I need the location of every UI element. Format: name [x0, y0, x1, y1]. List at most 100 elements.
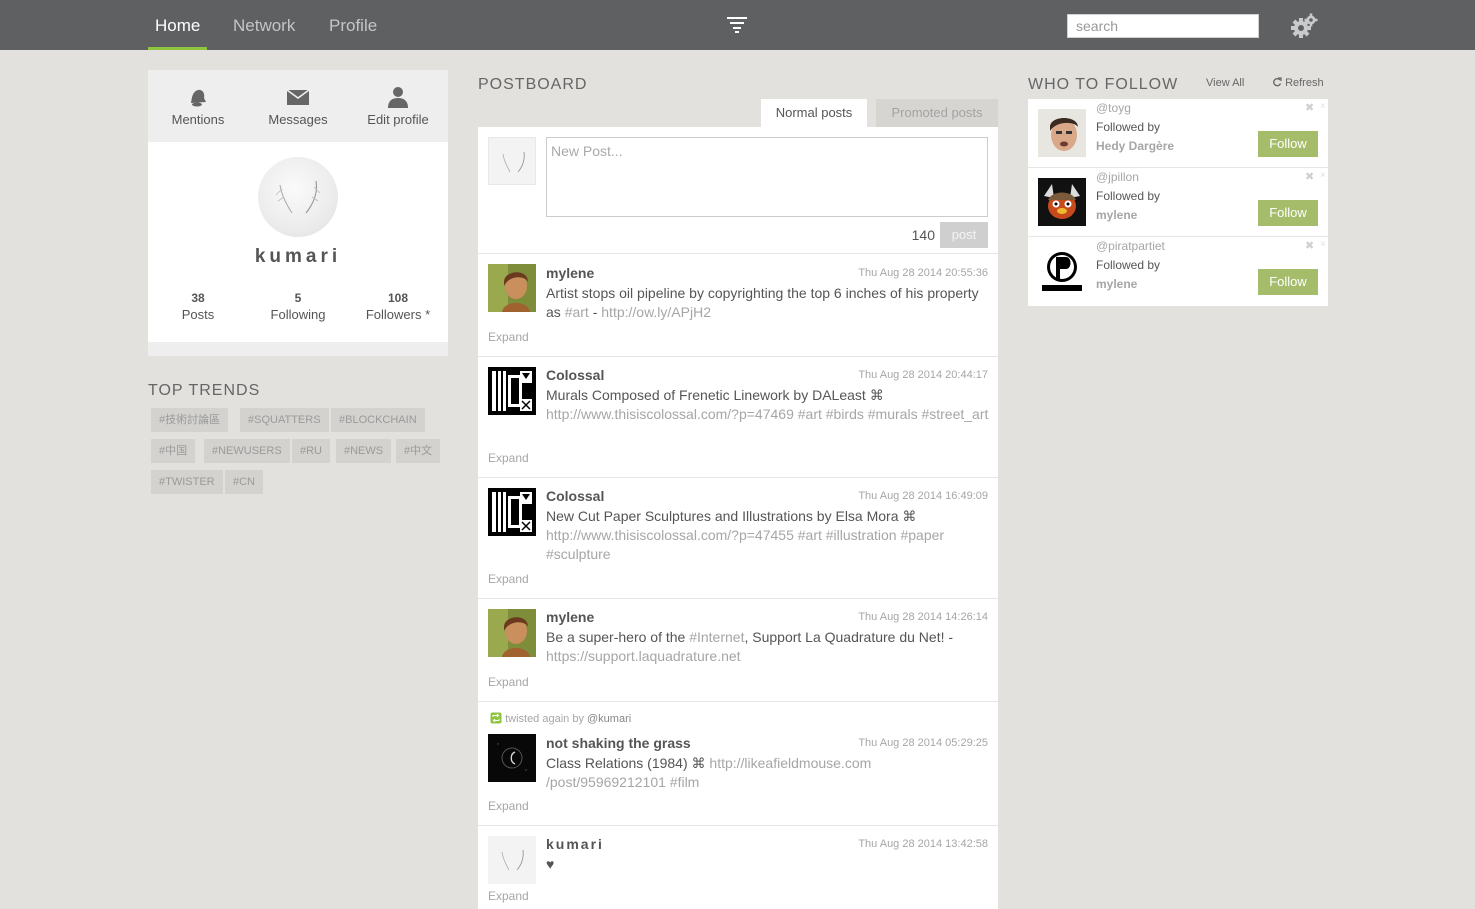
post-body: , Support La Quadrature du Net! -	[744, 629, 954, 645]
close-icon[interactable]: ×	[1320, 101, 1326, 112]
trend-tag[interactable]: #中文	[396, 439, 441, 463]
trend-tag[interactable]: #BLOCKCHAIN	[331, 408, 425, 432]
post-time[interactable]: Thu Aug 28 2014 05:29:25	[858, 737, 988, 749]
post-author[interactable]: Colossal	[546, 488, 604, 504]
suggestion-avatar[interactable]	[1038, 109, 1086, 157]
post-avatar[interactable]	[488, 488, 536, 536]
expand-link[interactable]: Expand	[488, 330, 529, 344]
suggestion-handle[interactable]: @jpillon	[1096, 170, 1139, 184]
post-avatar[interactable]	[488, 734, 536, 782]
hashtag-link[interactable]: #art	[565, 304, 589, 320]
dismiss-icon[interactable]: ✖	[1305, 101, 1314, 114]
hashtag-link[interactable]: #Internet	[689, 629, 744, 645]
dismiss-icon[interactable]: ✖	[1305, 239, 1314, 252]
post-button[interactable]: post	[940, 222, 988, 248]
post-text: New Cut Paper Sculptures and Illustratio…	[546, 507, 992, 564]
tab-promoted-posts[interactable]: Promoted posts	[876, 99, 998, 127]
stat-following[interactable]: 5 Following	[248, 291, 348, 322]
suggestion-handle[interactable]: @toyg	[1096, 101, 1131, 115]
retwist-label: twisted again by	[505, 713, 584, 725]
trend-tag[interactable]: #技術討論區	[151, 408, 229, 432]
post-item: Colossal Thu Aug 28 2014 16:49:09 New Cu…	[478, 478, 998, 599]
followed-by-label: Followed by	[1096, 258, 1161, 272]
post-author[interactable]: mylene	[546, 265, 594, 281]
url-link[interactable]: http://likeafieldmouse.com	[709, 755, 871, 771]
post-author[interactable]: kumari	[546, 836, 604, 852]
avatar[interactable]	[258, 157, 338, 237]
follow-button[interactable]: Follow	[1258, 131, 1318, 157]
followed-by-name[interactable]: mylene	[1096, 208, 1137, 222]
profile-card: Mentions Messages Edit profile kumari 38	[148, 70, 448, 356]
trend-tag[interactable]: #SQUATTERS	[240, 408, 329, 432]
search-input[interactable]	[1067, 14, 1259, 38]
post-avatar[interactable]	[488, 367, 536, 415]
post-time[interactable]: Thu Aug 28 2014 20:44:17	[858, 369, 988, 381]
followed-by-name[interactable]: Hedy Dargère	[1096, 139, 1174, 153]
url-link[interactable]: http://www.thisiscolossal.com/?p=47455 #…	[546, 527, 944, 562]
expand-link[interactable]: Expand	[488, 572, 529, 586]
post-avatar[interactable]	[488, 836, 536, 884]
avatar-image	[488, 836, 536, 884]
profile-username[interactable]: kumari	[148, 246, 448, 268]
followed-by-label: Followed by	[1096, 189, 1161, 203]
gears-icon[interactable]	[1290, 12, 1318, 40]
followed-by-label: Followed by	[1096, 120, 1161, 134]
top-trends-title: TOP TRENDS	[148, 382, 261, 399]
post-author[interactable]: Colossal	[546, 367, 604, 383]
trend-tag[interactable]: #NEWS	[336, 439, 392, 463]
close-icon[interactable]: ×	[1320, 239, 1326, 250]
nav-tab-home[interactable]: Home	[148, 0, 208, 50]
post-author[interactable]: mylene	[546, 609, 594, 625]
new-post-input[interactable]	[546, 137, 988, 217]
url-link[interactable]: http://ow.ly/APjH2	[601, 304, 711, 320]
mentions-tab[interactable]: Mentions	[148, 86, 248, 127]
tab-normal-posts[interactable]: Normal posts	[761, 99, 867, 127]
refresh-link[interactable]: Refresh	[1272, 77, 1324, 89]
url-link[interactable]: https://support.laquadrature.net	[546, 648, 741, 664]
post-avatar[interactable]	[488, 264, 536, 312]
url-link[interactable]: /post/95969212101 #film	[546, 774, 699, 790]
expand-link[interactable]: Expand	[488, 675, 529, 689]
close-icon[interactable]: ×	[1320, 170, 1326, 181]
trend-tag[interactable]: #NEWUSERS	[204, 439, 290, 463]
suggestion-avatar[interactable]	[1038, 247, 1086, 295]
post-item: twisted again by @kumari not shaking the…	[478, 702, 998, 826]
post-text: Be a super-hero of the #Internet, Suppor…	[546, 628, 992, 666]
edit-profile-tab[interactable]: Edit profile	[348, 86, 448, 127]
retwist-user-link[interactable]: @kumari	[587, 713, 631, 725]
post-time[interactable]: Thu Aug 28 2014 16:49:09	[858, 490, 988, 502]
envelope-icon	[286, 89, 310, 105]
trend-tag[interactable]: #CN	[225, 470, 264, 494]
follow-button[interactable]: Follow	[1258, 269, 1318, 295]
post-time[interactable]: Thu Aug 28 2014 14:26:14	[858, 611, 988, 623]
expand-link[interactable]: Expand	[488, 451, 529, 465]
post-body: Murals Composed of Frenetic Linework by …	[546, 387, 884, 403]
followed-by-name[interactable]: mylene	[1096, 277, 1137, 291]
expand-link[interactable]: Expand	[488, 799, 529, 813]
post-time[interactable]: Thu Aug 28 2014 20:55:36	[858, 267, 988, 279]
stat-followers[interactable]: 108 Followers *	[348, 291, 448, 322]
nav-tab-profile[interactable]: Profile	[329, 0, 377, 50]
post-author[interactable]: not shaking the grass	[546, 735, 691, 751]
suggestion-avatar[interactable]	[1038, 178, 1086, 226]
messages-tab[interactable]: Messages	[248, 86, 348, 127]
expand-link[interactable]: Expand	[488, 889, 529, 903]
post-text: ♥	[546, 856, 555, 872]
view-all-link[interactable]: View All	[1206, 77, 1244, 89]
post-time[interactable]: Thu Aug 28 2014 13:42:58	[858, 838, 988, 850]
trend-tag[interactable]: #TWISTER	[151, 470, 223, 494]
nav-tab-network[interactable]: Network	[233, 0, 295, 50]
trend-tag[interactable]: #RU	[292, 439, 331, 463]
stat-posts[interactable]: 38 Posts	[148, 291, 248, 322]
post-text: Artist stops oil pipeline by copyrightin…	[546, 284, 992, 322]
url-link[interactable]: http://www.thisiscolossal.com/?p=47469 #…	[546, 406, 988, 422]
bell-icon	[191, 89, 206, 107]
post-avatar[interactable]	[488, 609, 536, 657]
post-text: Class Relations (1984) ⌘ http://likeafie…	[546, 754, 992, 792]
trend-tag[interactable]: #中国	[151, 439, 196, 463]
filter-icon[interactable]	[726, 15, 748, 35]
stat-following-label: Following	[270, 307, 326, 322]
suggestion-handle[interactable]: @piratpartiet	[1096, 239, 1165, 253]
dismiss-icon[interactable]: ✖	[1305, 170, 1314, 183]
follow-button[interactable]: Follow	[1258, 200, 1318, 226]
